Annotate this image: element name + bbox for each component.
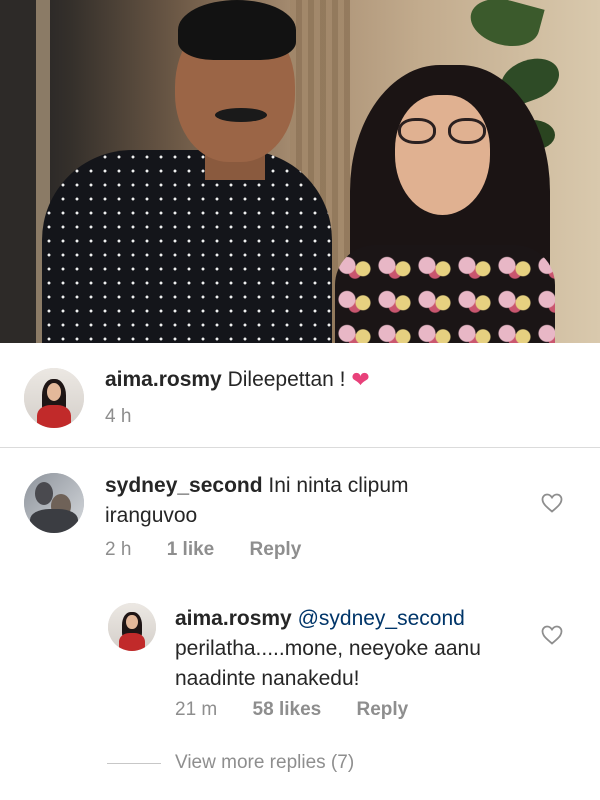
avatar[interactable] [108, 603, 156, 651]
mention-link[interactable]: @sydney_second [298, 607, 465, 630]
comments-section: aima.rosmy Dileepettan ! ❤ 4 h sydney_se… [0, 343, 600, 800]
caption-comment-text: aima.rosmy Dileepettan ! ❤ [105, 365, 370, 395]
comment-time: 4 h [105, 406, 132, 427]
post-photo[interactable] [0, 0, 600, 343]
photo-person-man [42, 150, 332, 343]
comment-meta: 2 h 1 like Reply [105, 539, 331, 561]
reply-button[interactable]: Reply [356, 699, 408, 720]
comment-username[interactable]: aima.rosmy [175, 607, 292, 630]
comment-text: sydney_second Ini ninta clipum iranguvoo [105, 471, 505, 531]
comment-username[interactable]: sydney_second [105, 474, 263, 497]
comment-body: Ini ninta clipum [268, 474, 409, 497]
comment-body: Dileepettan ! [227, 368, 352, 391]
reply-button[interactable]: Reply [250, 539, 302, 560]
comment-meta: 21 m 58 likes Reply [175, 699, 438, 721]
comment-body: naadinte nanakedu! [175, 667, 360, 690]
comment-time: 2 h [105, 539, 132, 560]
view-more-replies-button[interactable]: View more replies (7) [175, 752, 354, 774]
avatar[interactable] [24, 368, 84, 428]
avatar[interactable] [24, 473, 84, 533]
photo-plant [465, 0, 545, 54]
reply-text: aima.rosmy @sydney_second perilatha.....… [175, 604, 535, 694]
comment-likes-link[interactable]: 58 likes [253, 699, 322, 720]
view-more-line [107, 763, 161, 764]
comment-username[interactable]: aima.rosmy [105, 368, 222, 391]
photo-person-man [178, 0, 296, 60]
divider [0, 447, 600, 448]
comment-time: 21 m [175, 699, 218, 720]
heart-outline-icon[interactable] [540, 623, 564, 647]
photo-person-man [215, 108, 267, 122]
photo-person-woman [398, 118, 486, 144]
comment-likes-link[interactable]: 1 like [167, 539, 215, 560]
comment-body: perilatha.....mone, neeyoke aanu [175, 637, 481, 660]
photo-person-woman [335, 245, 555, 343]
comment-body: iranguvoo [105, 504, 198, 527]
comment-meta: 4 h [105, 406, 161, 428]
photo-background [0, 0, 40, 343]
heart-emoji-icon: ❤ [351, 367, 370, 392]
photo-person-woman [395, 95, 490, 215]
heart-outline-icon[interactable] [540, 491, 564, 515]
